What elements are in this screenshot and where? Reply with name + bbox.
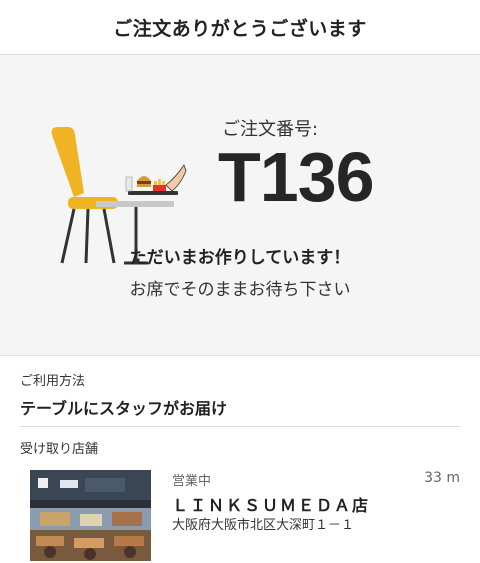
order-status-panel: ご注文番号: T136 ただいまお作りしています！ お席でそのままお待ち下さい [0, 55, 480, 356]
store-open-status: 営業中 [172, 474, 212, 489]
header: ご注文ありがとうございます [0, 0, 480, 55]
store-name[interactable]: ＬＩＮＫＳＵＭＥＤＡ店 [172, 492, 370, 516]
usage-method-label: ご利用方法 [20, 374, 86, 389]
order-number: T136 [218, 138, 375, 216]
divider [20, 426, 460, 427]
store-distance: 33 m [424, 470, 460, 486]
order-status-message: お席でそのままお待ち下さい [129, 280, 351, 300]
pickup-store-label: 受け取り店舗 [20, 442, 99, 457]
food-tray-icon [125, 164, 187, 195]
usage-method-value: テーブルにスタッフがお届け [20, 399, 228, 418]
store-photo [30, 470, 151, 561]
order-status-text: ただいまお作りしています！ [129, 248, 351, 268]
page-title: ご注文ありがとうございます [113, 17, 367, 40]
store-address: 大阪府大阪市北区大深町１－１ [172, 518, 355, 533]
